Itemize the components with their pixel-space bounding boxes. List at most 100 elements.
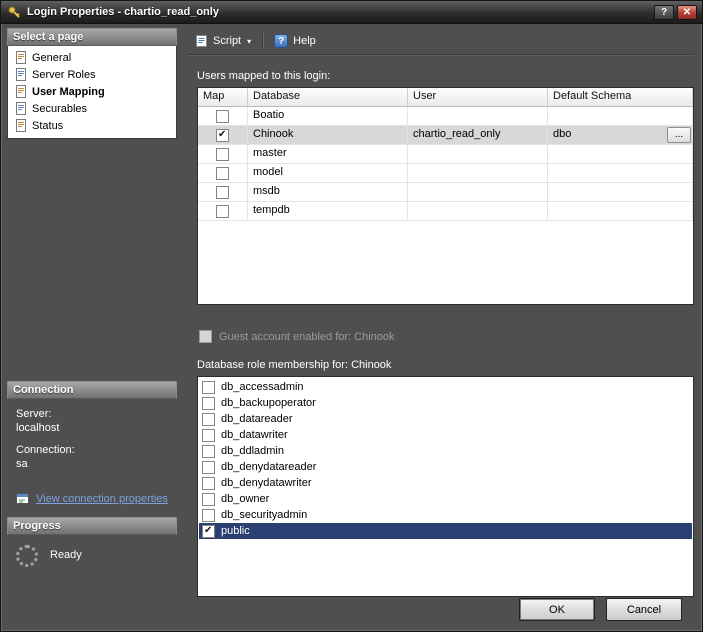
schema-cell[interactable] bbox=[548, 164, 693, 183]
connection-properties-icon bbox=[16, 492, 30, 505]
database-cell[interactable]: master bbox=[248, 145, 408, 164]
role-item-db-owner[interactable]: db_owner bbox=[199, 491, 692, 507]
sidebar-item-label: Status bbox=[32, 120, 63, 132]
user-cell[interactable] bbox=[408, 164, 548, 183]
table-row-chinook[interactable]: Chinook chartio_read_only dbo ... bbox=[198, 126, 693, 145]
role-item-db-datawriter[interactable]: db_datawriter bbox=[199, 427, 692, 443]
script-icon bbox=[195, 34, 208, 48]
script-button[interactable]: Script ▾ bbox=[189, 31, 257, 51]
script-dropdown-caret[interactable]: ▾ bbox=[247, 37, 251, 46]
role-item-db-datareader[interactable]: db_datareader bbox=[199, 411, 692, 427]
role-label: db_securityadmin bbox=[221, 509, 307, 521]
page-icon bbox=[15, 85, 27, 98]
toolbar-separator bbox=[262, 33, 263, 49]
role-checkbox[interactable] bbox=[202, 381, 215, 394]
map-cell[interactable] bbox=[198, 183, 248, 202]
role-item-db-denydatawriter[interactable]: db_denydatawriter bbox=[199, 475, 692, 491]
map-cell[interactable] bbox=[198, 145, 248, 164]
cancel-button[interactable]: Cancel bbox=[606, 598, 682, 621]
role-label: db_accessadmin bbox=[221, 381, 304, 393]
database-cell[interactable]: Boatio bbox=[248, 107, 408, 126]
map-cell[interactable] bbox=[198, 164, 248, 183]
role-label: db_ddladmin bbox=[221, 445, 284, 457]
connection-header: Connection bbox=[7, 381, 177, 399]
table-row-tempdb[interactable]: tempdb bbox=[198, 202, 693, 221]
main-panel: Script ▾ ? Help Users mapped to this log… bbox=[187, 28, 694, 610]
database-cell[interactable]: msdb bbox=[248, 183, 408, 202]
role-label: db_datawriter bbox=[221, 429, 288, 441]
guest-account-checkbox bbox=[199, 330, 212, 343]
role-checkbox[interactable] bbox=[202, 413, 215, 426]
sidebar-spacer bbox=[7, 139, 177, 381]
table-row-msdb[interactable]: msdb bbox=[198, 183, 693, 202]
role-checkbox[interactable] bbox=[202, 493, 215, 506]
help-button[interactable]: ? Help bbox=[268, 31, 322, 51]
role-item-db-denydatareader[interactable]: db_denydatareader bbox=[199, 459, 692, 475]
sidebar-item-label: General bbox=[32, 52, 71, 64]
map-checkbox[interactable] bbox=[216, 110, 229, 123]
map-checkbox[interactable] bbox=[216, 186, 229, 199]
ok-button[interactable]: OK bbox=[519, 598, 595, 621]
user-cell[interactable] bbox=[408, 202, 548, 221]
sidebar-item-label: User Mapping bbox=[32, 86, 105, 98]
user-cell[interactable] bbox=[408, 183, 548, 202]
map-checkbox[interactable] bbox=[216, 129, 229, 142]
database-cell[interactable]: tempdb bbox=[248, 202, 408, 221]
user-cell[interactable]: chartio_read_only bbox=[408, 126, 548, 145]
schema-cell[interactable] bbox=[548, 145, 693, 164]
sidebar-item-securables[interactable]: Securables bbox=[8, 100, 176, 117]
connection-panel: Server: localhost Connection: sa View co… bbox=[7, 399, 177, 517]
schema-cell[interactable] bbox=[548, 202, 693, 221]
table-row-boatio[interactable]: Boatio bbox=[198, 107, 693, 126]
map-cell[interactable] bbox=[198, 202, 248, 221]
progress-spinner-icon bbox=[16, 545, 38, 567]
role-checkbox[interactable] bbox=[202, 525, 215, 538]
database-cell[interactable]: model bbox=[248, 164, 408, 183]
page-icon bbox=[15, 68, 27, 81]
role-checkbox[interactable] bbox=[202, 445, 215, 458]
login-properties-window: Login Properties - chartio_read_only ? ✕… bbox=[0, 0, 703, 632]
sidebar-item-label: Server Roles bbox=[32, 69, 96, 81]
sidebar-item-server-roles[interactable]: Server Roles bbox=[8, 66, 176, 83]
table-row-model[interactable]: model bbox=[198, 164, 693, 183]
window-help-button[interactable]: ? bbox=[654, 5, 674, 20]
column-header-user[interactable]: User bbox=[408, 88, 548, 107]
schema-browse-button[interactable]: ... bbox=[667, 127, 691, 143]
map-cell[interactable] bbox=[198, 126, 248, 145]
window-title: Login Properties - chartio_read_only bbox=[27, 6, 651, 18]
role-checkbox[interactable] bbox=[202, 397, 215, 410]
guest-account-row: Guest account enabled for: Chinook bbox=[199, 330, 694, 343]
sidebar-item-general[interactable]: General bbox=[8, 49, 176, 66]
role-item-db-accessadmin[interactable]: db_accessadmin bbox=[199, 379, 692, 395]
role-item-db-backupoperator[interactable]: db_backupoperator bbox=[199, 395, 692, 411]
map-checkbox[interactable] bbox=[216, 205, 229, 218]
sidebar-item-status[interactable]: Status bbox=[8, 117, 176, 134]
table-row-master[interactable]: master bbox=[198, 145, 693, 164]
role-checkbox[interactable] bbox=[202, 461, 215, 474]
column-header-map[interactable]: Map bbox=[198, 88, 248, 107]
map-checkbox[interactable] bbox=[216, 167, 229, 180]
user-cell[interactable] bbox=[408, 145, 548, 164]
role-label: db_denydatawriter bbox=[221, 477, 312, 489]
view-connection-properties-link[interactable]: View connection properties bbox=[36, 493, 168, 505]
user-mapping-table: Map Database User Default Schema Boatio … bbox=[197, 87, 694, 305]
map-checkbox[interactable] bbox=[216, 148, 229, 161]
window-close-button[interactable]: ✕ bbox=[677, 5, 697, 20]
toolbar: Script ▾ ? Help bbox=[187, 28, 694, 55]
column-header-default-schema[interactable]: Default Schema bbox=[548, 88, 693, 107]
help-button-label: Help bbox=[293, 35, 316, 47]
sidebar-item-user-mapping[interactable]: User Mapping bbox=[8, 83, 176, 100]
role-item-db-ddladmin[interactable]: db_ddladmin bbox=[199, 443, 692, 459]
map-cell[interactable] bbox=[198, 107, 248, 126]
role-item-public[interactable]: public bbox=[199, 523, 692, 539]
role-checkbox[interactable] bbox=[202, 509, 215, 522]
user-cell[interactable] bbox=[408, 107, 548, 126]
schema-cell[interactable] bbox=[548, 107, 693, 126]
schema-cell[interactable] bbox=[548, 183, 693, 202]
role-membership-label: Database role membership for: Chinook bbox=[197, 359, 694, 371]
role-item-db-securityadmin[interactable]: db_securityadmin bbox=[199, 507, 692, 523]
role-checkbox[interactable] bbox=[202, 477, 215, 490]
database-cell[interactable]: Chinook bbox=[248, 126, 408, 145]
role-checkbox[interactable] bbox=[202, 429, 215, 442]
column-header-database[interactable]: Database bbox=[248, 88, 408, 107]
